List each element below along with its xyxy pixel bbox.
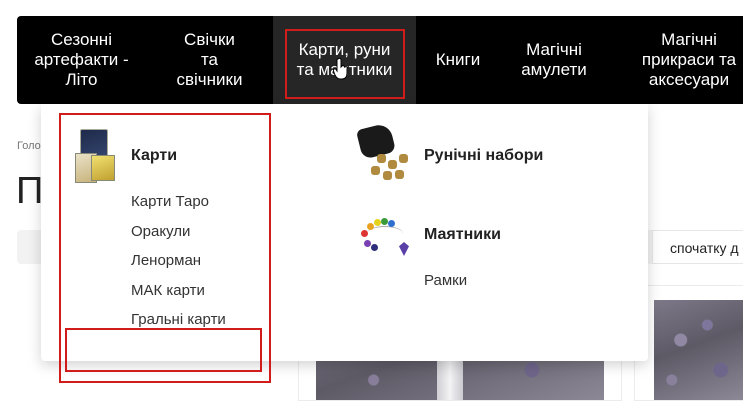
mega-menu-dropdown: Карти Карти Таро Оракули Ленорман МАК ка… xyxy=(41,104,648,361)
category-rune-sets-title: Рунічні набори xyxy=(424,147,544,164)
nav-item-magic-jewelry[interactable]: Магічні прикраси та аксесуари xyxy=(608,16,743,104)
category-pendulums[interactable]: Маятники xyxy=(424,226,501,244)
nav-item-candles[interactable]: Свічки та свічники xyxy=(146,16,273,104)
rune-set-thumbnail xyxy=(355,122,411,182)
nav-item-seasonal-artifacts[interactable]: Сезонні артефакти - Літо xyxy=(17,16,146,104)
sort-dropdown[interactable]: спочатку д xyxy=(652,230,743,264)
category-rune-sets[interactable]: Рунічні набори xyxy=(424,147,543,165)
link-oracles[interactable]: Оракули xyxy=(131,223,190,240)
main-navigation: Сезонні артефакти - Літо Свічки та свічн… xyxy=(17,16,743,104)
breadcrumb[interactable]: Голо xyxy=(17,140,41,152)
link-playing-cards[interactable]: Гральні карти xyxy=(131,311,226,328)
link-tarot-cards[interactable]: Карти Таро xyxy=(131,193,209,210)
link-mak-cards[interactable]: МАК карти xyxy=(131,282,205,299)
hand-cursor-icon xyxy=(333,58,348,80)
category-pendulums-title: Маятники xyxy=(424,226,501,243)
category-cards-title: Карти xyxy=(131,147,178,164)
nav-item-books[interactable]: Книги xyxy=(416,16,500,104)
product-card[interactable] xyxy=(634,285,743,401)
nav-item-magic-amulets[interactable]: Магічні амулети xyxy=(500,16,608,104)
product-image xyxy=(654,300,743,400)
pendulum-thumbnail xyxy=(359,214,411,260)
link-frames[interactable]: Рамки xyxy=(424,272,467,289)
link-lenormand[interactable]: Ленорман xyxy=(131,252,201,269)
category-cards[interactable]: Карти xyxy=(131,147,177,165)
page-title: П xyxy=(16,170,44,212)
tarot-cards-thumbnail xyxy=(75,129,115,183)
